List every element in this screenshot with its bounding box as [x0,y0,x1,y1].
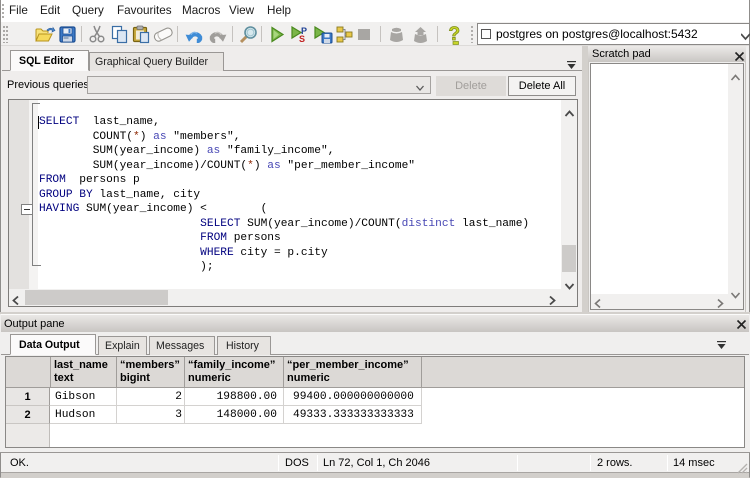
svg-text:S: S [299,34,305,44]
